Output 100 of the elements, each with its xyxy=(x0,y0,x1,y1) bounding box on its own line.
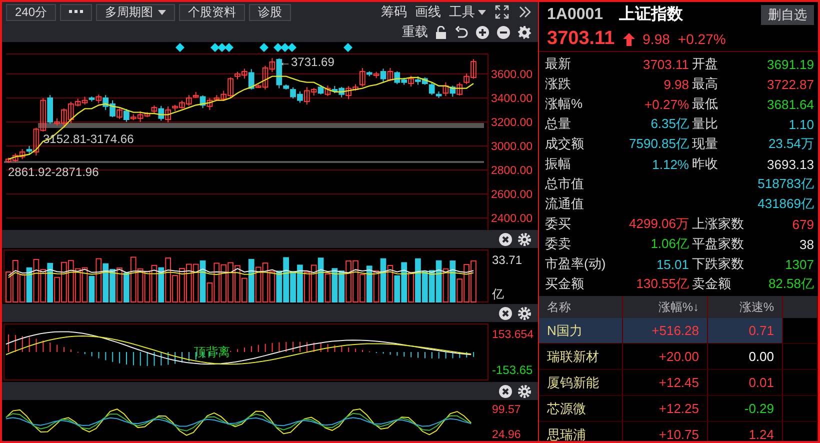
tool-button[interactable]: 画线 xyxy=(413,3,443,21)
change-cell: +20.00 xyxy=(623,344,708,369)
stock-name: 上证指数 xyxy=(619,4,684,25)
stat-value: 3681.64 xyxy=(766,96,814,112)
stock-name-cell: 芯源微 xyxy=(539,396,623,421)
stat-value: 6.35亿 xyxy=(650,115,689,133)
stat-label: 买金额 xyxy=(545,275,585,293)
more-icon xyxy=(69,10,84,14)
close-icon[interactable] xyxy=(499,384,512,398)
stat-value: 431869亿 xyxy=(756,195,814,213)
stat-label: 最高 xyxy=(691,75,719,93)
stat-value: 3722.87 xyxy=(766,76,814,92)
price-axis-label: 3400.00 xyxy=(491,92,533,105)
stat-label: 上涨家数 xyxy=(691,215,745,233)
settings-icon[interactable] xyxy=(518,384,531,398)
stock-name-cell: 思瑞浦 xyxy=(539,422,623,441)
fullscreen-icon[interactable] xyxy=(495,5,509,19)
stat-value: 518783亿 xyxy=(756,175,814,193)
stat-label: 卖金额 xyxy=(691,275,732,293)
stat-label: 市盈率(动) xyxy=(545,255,607,273)
stat-label: 委买 xyxy=(545,215,572,233)
stock-row[interactable]: N国力 +516.28 0.71 xyxy=(539,318,818,344)
zoom-out-icon[interactable] xyxy=(497,26,510,38)
macd-axis-label: -153.65 xyxy=(492,363,533,377)
tool-button[interactable]: 筹码 xyxy=(379,3,409,21)
stat-label: 涨幅% xyxy=(545,95,584,113)
stat-label: 现量 xyxy=(691,135,719,153)
price-axis-label: 3600.00 xyxy=(491,68,533,81)
reload-button[interactable]: 重载 xyxy=(400,23,430,41)
zoom-in-icon[interactable] xyxy=(476,26,489,38)
volume-unit-label: 亿 xyxy=(492,287,504,301)
stat-label: 振幅 xyxy=(545,155,572,173)
stat-label: 流通值 xyxy=(545,195,585,213)
stat-value: 1.12% xyxy=(651,156,689,172)
stat-label: 总市值 xyxy=(545,175,585,193)
stat-value: 679 xyxy=(791,216,814,232)
stat-value: 82.58亿 xyxy=(767,275,814,293)
kdj-axis-label: 24.96 xyxy=(492,429,521,441)
stat-value: 1.06亿 xyxy=(650,235,689,253)
stat-value: 15.01 xyxy=(655,256,689,272)
tool-button[interactable]: 工具 xyxy=(447,3,488,21)
volume-axis-label: 33.71 xyxy=(492,253,522,267)
speed-value: -0.29 xyxy=(744,401,774,416)
toolbar-button[interactable]: 诊股 xyxy=(249,4,292,20)
stock-row[interactable]: 厦钨新能 +12.45 0.01 xyxy=(539,370,818,396)
price-change-percent: +0.27% xyxy=(678,31,726,47)
stat-value: 130.55亿 xyxy=(635,275,689,293)
price-change: 9.98 xyxy=(642,31,670,47)
remove-watchlist-button[interactable]: 删自选 xyxy=(761,4,814,24)
close-icon[interactable] xyxy=(499,306,512,320)
price-axis-label: 2600.00 xyxy=(491,188,533,201)
stat-label: 总量 xyxy=(545,115,572,133)
band-label: 3152.81-3174.66 xyxy=(43,132,134,146)
stock-name-cell: N国力 xyxy=(539,318,623,343)
settings-icon[interactable] xyxy=(518,232,531,246)
stock-code: 1A0001 xyxy=(547,6,604,24)
stat-value: 3693.13 xyxy=(766,156,814,172)
stat-label: 最低 xyxy=(691,95,719,113)
stat-value: 23.54万 xyxy=(767,135,814,153)
double-chevron-icon[interactable] xyxy=(519,6,531,18)
stat-label: 开盘 xyxy=(691,55,719,73)
kdj-axis-label: 99.57 xyxy=(492,404,521,416)
stat-label: 委卖 xyxy=(545,235,572,253)
band-label: 2861.92-2871.96 xyxy=(8,165,99,179)
stat-value: 3703.11 xyxy=(642,56,689,72)
stock-name-cell: 瑞联新材 xyxy=(539,344,623,369)
stock-row[interactable]: 芯源微 +12.25 -0.29 xyxy=(539,396,818,422)
speed-value: 1.24 xyxy=(748,427,774,441)
price-axis-label: 2400.00 xyxy=(491,213,533,225)
stat-value: 1.10 xyxy=(788,116,814,132)
toolbar-button[interactable]: 240分 xyxy=(6,4,56,20)
price-axis-label: 3200.00 xyxy=(491,116,533,129)
macd-axis-label: 153.654 xyxy=(492,329,534,341)
stat-label: 量比 xyxy=(691,115,719,133)
stat-value: 3691.19 xyxy=(766,56,814,72)
more-button[interactable] xyxy=(60,4,92,20)
change-cell: +12.25 xyxy=(623,396,708,421)
caret-icon xyxy=(158,10,166,14)
stat-label: 平盘家数 xyxy=(691,235,745,253)
last-price: 3703.11 xyxy=(547,28,615,50)
change-cell: +10.75 xyxy=(623,422,708,441)
stat-label: 最新 xyxy=(545,55,572,73)
price-axis-label: 3000.00 xyxy=(491,140,533,153)
stat-value: 1307 xyxy=(784,256,814,272)
close-icon[interactable] xyxy=(499,232,512,246)
lock-icon[interactable] xyxy=(435,26,447,38)
change-cell: +12.45 xyxy=(623,370,708,395)
settings-icon[interactable] xyxy=(518,306,531,320)
period-dropdown[interactable]: 多周期图 xyxy=(96,4,176,20)
toolbar-button[interactable]: 个股资料 xyxy=(179,4,246,20)
stat-label: 涨跌 xyxy=(545,75,572,93)
stat-label: 下跌家数 xyxy=(691,255,745,273)
undo-icon[interactable] xyxy=(455,26,468,38)
settings-icon[interactable] xyxy=(518,26,531,38)
stat-value: 9.98 xyxy=(662,76,689,92)
stat-value: +0.27% xyxy=(644,96,689,112)
stock-row[interactable]: 瑞联新材 +20.00 0.00 xyxy=(539,344,818,370)
price-axis-label: 2800.00 xyxy=(491,164,533,177)
speed-value: 0.71 xyxy=(748,323,774,338)
stock-row[interactable]: 思瑞浦 +10.75 1.24 xyxy=(539,422,818,441)
